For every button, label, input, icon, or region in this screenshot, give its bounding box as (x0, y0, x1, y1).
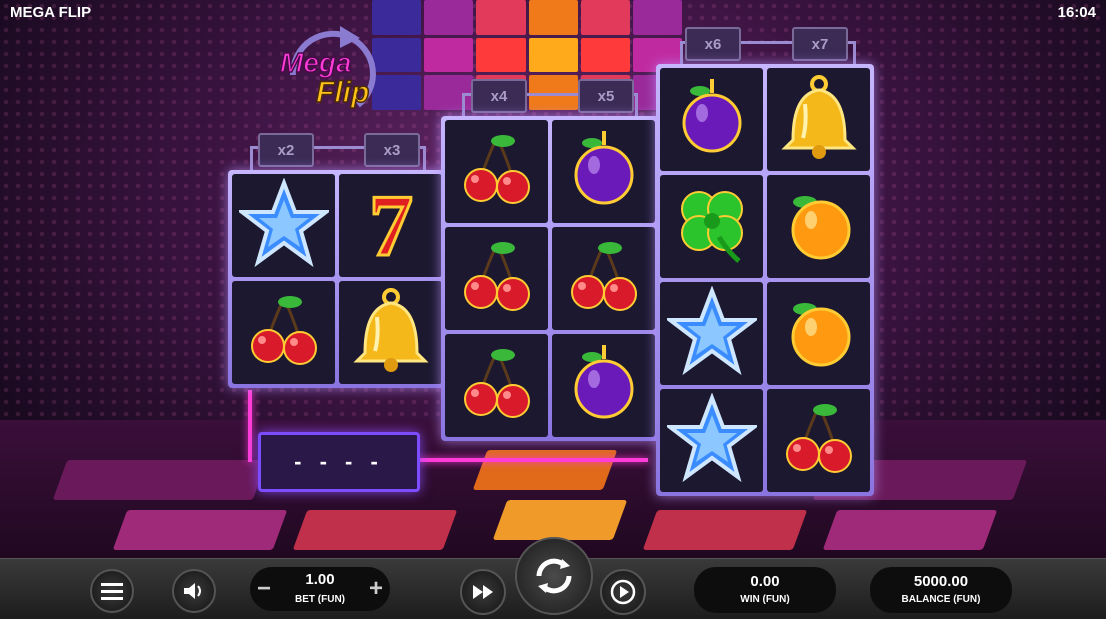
autoplay-button[interactable] (600, 569, 646, 615)
blue-star-icon (235, 177, 332, 273)
gold-bell-icon (777, 74, 861, 165)
purple-plum-icon (672, 77, 752, 162)
reel-cell (767, 68, 870, 171)
blue-star-icon (663, 392, 760, 488)
spin-icon (536, 558, 572, 594)
reel-cell (660, 175, 763, 278)
multiplier-x2: x2 (258, 133, 314, 167)
feature-display: - - - - (258, 432, 420, 492)
game-stage: MEGA FLIP 16:04 Mega Flip x2 x3 x4 x5 x6… (0, 0, 1106, 558)
balance-display: 5000.00 BALANCE (FUN) (870, 567, 1012, 613)
menu-button[interactable] (90, 569, 134, 613)
orange-icon (779, 184, 859, 269)
cherries-icon (457, 236, 537, 321)
cherries-icon (564, 236, 644, 321)
speaker-icon (184, 583, 201, 599)
reel-cell (339, 281, 442, 384)
cherries-icon (457, 129, 537, 214)
reel-cell (660, 68, 763, 171)
neon-line-horizontal (418, 458, 648, 462)
logo-line2: Flip (316, 76, 369, 109)
reel-cell (445, 334, 548, 437)
reel-cell (445, 227, 548, 330)
win-display: 0.00 WIN (FUN) (694, 567, 836, 613)
cherries-icon (779, 398, 859, 483)
reel-cell (660, 282, 763, 385)
game-title: MEGA FLIP (10, 4, 92, 21)
reel-cell (552, 227, 655, 330)
gold-bell-icon (349, 287, 433, 378)
green-clover-icon (669, 181, 755, 272)
svg-text:7: 7 (369, 183, 413, 263)
multiplier-x4: x4 (471, 79, 527, 113)
reel-cell (232, 281, 335, 384)
reel-cell (767, 175, 870, 278)
bet-control: − 1.00 BET (FUN) + (250, 567, 390, 611)
cherries-icon (244, 290, 324, 375)
reel-cell (232, 174, 335, 277)
autoplay-icon (610, 579, 636, 605)
multiplier-x6: x6 (685, 27, 741, 61)
reel-cell (767, 282, 870, 385)
reel-cell (552, 334, 655, 437)
reel-group-2 (441, 116, 659, 441)
mega-flip-logo: Mega Flip (279, 26, 376, 110)
balance-value: 5000.00 (913, 573, 969, 590)
bet-minus-button[interactable]: − (252, 569, 276, 609)
turbo-button[interactable] (460, 569, 506, 615)
sound-button[interactable] (172, 569, 216, 613)
clock: 16:04 (1057, 4, 1096, 21)
red-seven-icon: 7 (345, 177, 437, 277)
fast-forward-icon (473, 585, 493, 599)
win-label: WIN (FUN) (740, 594, 790, 605)
reel-cell (552, 120, 655, 223)
reel-cell (445, 120, 548, 223)
multiplier-x3: x3 (364, 133, 420, 167)
control-bar: − 1.00 BET (FUN) + 0.00 WIN (FUN) 5000.0… (0, 537, 1106, 619)
reel-group-3 (656, 64, 874, 496)
blue-star-icon (663, 285, 760, 381)
reel-cell (660, 389, 763, 492)
logo-line1: Mega (280, 47, 352, 78)
multiplier-x5: x5 (578, 79, 634, 113)
multiplier-x7: x7 (792, 27, 848, 61)
neon-line-vertical (248, 390, 252, 462)
hamburger-icon (101, 583, 123, 600)
win-value: 0.00 (750, 573, 780, 590)
reel-cell (767, 389, 870, 492)
bet-plus-button[interactable]: + (364, 569, 388, 609)
balance-label: BALANCE (FUN) (901, 594, 981, 605)
cherries-icon (457, 343, 537, 428)
orange-icon (779, 291, 859, 376)
purple-plum-icon (564, 343, 644, 428)
spin-button[interactable] (515, 537, 593, 615)
reel-group-1: 7 (228, 170, 446, 388)
purple-plum-icon (564, 129, 644, 214)
reel-cell: 7 (339, 174, 442, 277)
